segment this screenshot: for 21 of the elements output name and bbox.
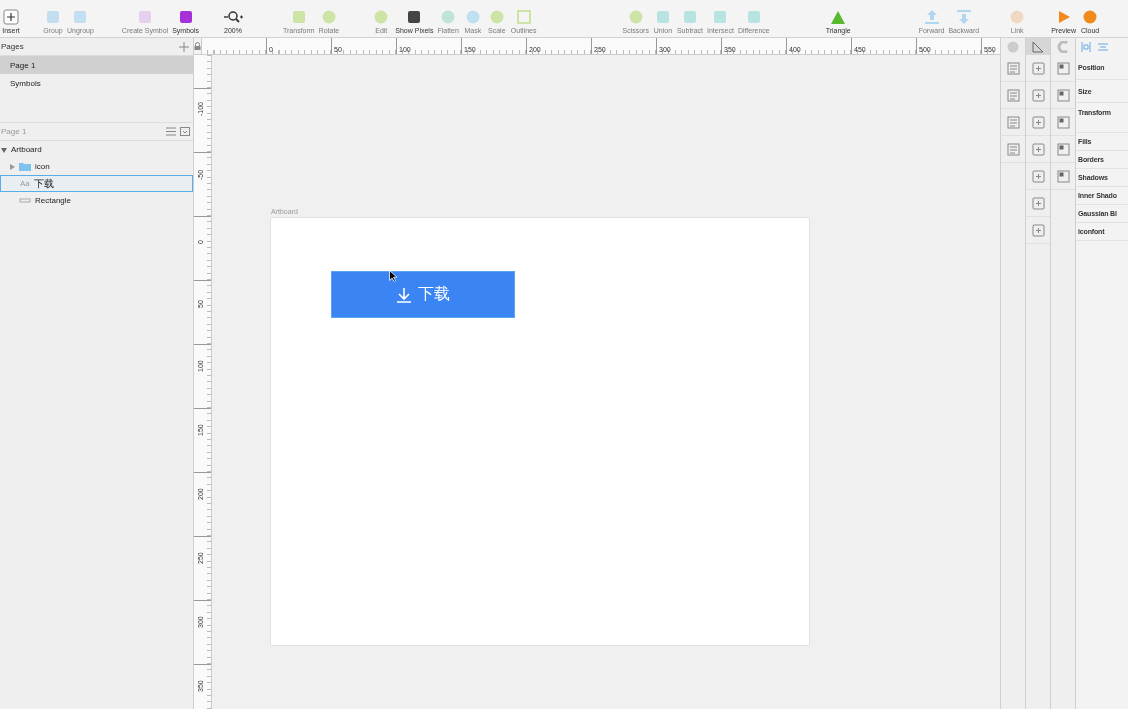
add-icon[interactable] bbox=[179, 41, 189, 52]
ruler-triangle-icon[interactable] bbox=[1032, 40, 1044, 53]
page-item[interactable]: Symbols bbox=[0, 74, 193, 92]
disclosure-icon[interactable] bbox=[9, 163, 15, 170]
page-item[interactable]: Page 1 bbox=[0, 56, 193, 74]
disclosure-icon[interactable] bbox=[1, 146, 7, 153]
pages-title: Pages bbox=[1, 42, 24, 51]
download-icon bbox=[396, 286, 412, 303]
layer-row[interactable]: Artboard bbox=[0, 141, 193, 158]
layer-row[interactable]: Rectangle bbox=[0, 192, 193, 209]
cursor-icon bbox=[389, 270, 397, 282]
lock-icon[interactable] bbox=[194, 42, 201, 50]
text-layer-icon: Aa bbox=[20, 179, 30, 188]
align-icon[interactable] bbox=[1081, 41, 1091, 52]
c-shape-icon[interactable] bbox=[1057, 40, 1069, 53]
collapse-icon[interactable] bbox=[180, 127, 190, 136]
layer-row[interactable]: icon bbox=[0, 158, 193, 175]
layer-row[interactable]: Aa 下载 bbox=[0, 175, 193, 192]
download-button[interactable]: 下载 bbox=[331, 271, 515, 318]
layers-title: Page 1 bbox=[1, 127, 28, 136]
folder-icon bbox=[19, 162, 31, 171]
